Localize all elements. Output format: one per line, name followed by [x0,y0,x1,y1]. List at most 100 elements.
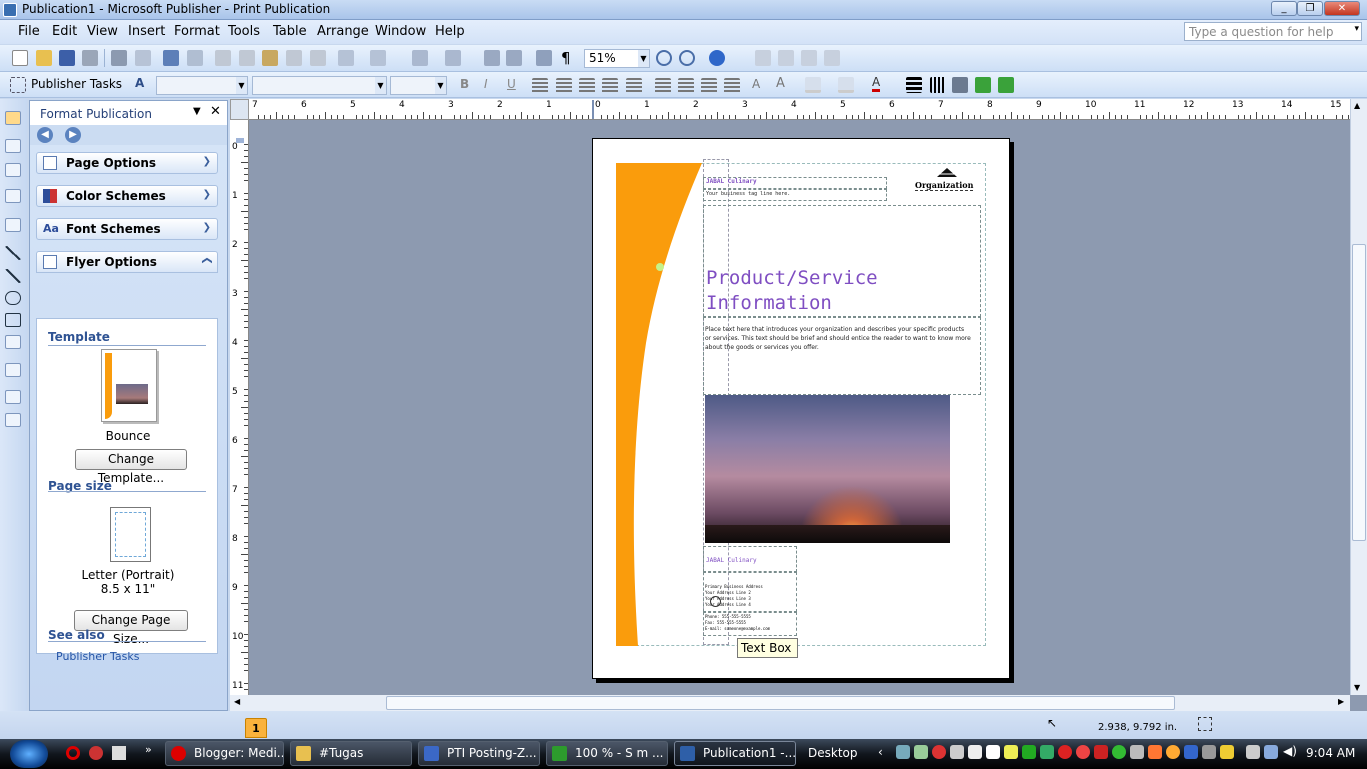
body-text-box[interactable]: Place text here that introduces your org… [703,317,981,395]
italic-button[interactable]: I [484,77,488,91]
quicklaunch-icon[interactable] [89,746,103,760]
save-icon[interactable] [59,50,75,66]
fill-color-icon[interactable] [805,77,821,93]
company-name-box[interactable]: JABAL Culinary [703,177,887,189]
tray-icon[interactable] [1076,745,1090,759]
menu-insert[interactable]: Insert [128,24,165,39]
tray-icon[interactable] [1202,745,1216,759]
publisher-tasks-button[interactable]: Publisher Tasks [31,77,122,91]
line-style-icon[interactable] [906,77,922,93]
tray-icon[interactable] [1040,745,1054,759]
font-color-icon[interactable]: A [872,76,881,92]
address-box[interactable]: Primary Business Address Your Address Li… [703,572,797,612]
sunset-picture[interactable] [705,395,950,543]
task-smadav[interactable]: 100 % - S m ... [546,741,668,766]
tagline-box[interactable]: Your business tag line here. [703,189,887,201]
publication-page[interactable]: JABAL Culinary Your business tag line he… [592,138,1010,679]
publisher-app-icon[interactable] [3,3,17,17]
bold-button[interactable]: B [460,77,469,91]
scroll-left-icon[interactable]: ◀ [234,697,240,706]
rectangle-icon[interactable] [5,313,21,327]
menu-edit[interactable]: Edit [52,24,77,39]
link-textbox-icon[interactable] [710,596,721,607]
hotspot-icon[interactable] [5,363,21,377]
rotate-icon[interactable] [445,50,461,66]
chevron-down-icon[interactable]: ▼ [193,106,201,117]
wordart-icon[interactable] [5,189,21,203]
more-icon[interactable]: » [145,743,152,756]
next-textbox-icon[interactable] [824,50,840,66]
increase-indent-icon[interactable] [724,78,740,94]
underline-button[interactable]: U [507,77,516,91]
scroll-right-icon[interactable]: ▶ [1338,697,1344,706]
chevron-left-icon[interactable]: ‹ [878,745,883,759]
columns-icon[interactable] [536,50,552,66]
menu-table[interactable]: Table [273,24,307,39]
desktop-toolbar[interactable]: Desktop [808,746,858,760]
print-icon[interactable] [82,50,98,66]
task-blogger[interactable]: Blogger: Medi... [165,741,284,766]
format-painter-icon[interactable] [286,50,302,66]
change-template-button[interactable]: Change Template... [75,449,187,485]
page-options-section[interactable]: Page Options ❯ [36,152,218,174]
menu-help[interactable]: Help [435,24,465,39]
tray-icon[interactable] [932,745,946,759]
zoom-page-icon[interactable] [506,50,522,66]
select-arrow-icon[interactable] [5,111,21,125]
opera-icon[interactable] [66,746,80,760]
task-pti-posting[interactable]: PTI Posting-Z... [418,741,540,766]
oval-icon[interactable] [5,291,21,305]
bullets-icon[interactable] [678,78,694,94]
horizontal-scrollbar[interactable]: ◀ ▶ [230,695,1350,711]
menu-window[interactable]: Window [375,24,426,39]
footer-company-box[interactable]: JABAL Culinary [703,546,797,572]
tray-icon[interactable] [968,745,982,759]
page-size-thumbnail[interactable] [110,507,151,562]
ruler-origin[interactable] [230,99,249,120]
hyperlink-icon[interactable] [484,50,500,66]
task-publication1[interactable]: Publication1 -... [674,741,796,766]
picture-frame-icon[interactable] [5,218,21,232]
font-combo[interactable]: ▼ [252,76,387,95]
publisher-tasks-link[interactable]: Publisher Tasks [56,650,139,663]
cut-icon[interactable] [215,50,231,66]
new-icon[interactable] [12,50,28,66]
line-spacing-icon[interactable] [626,78,642,94]
shadow-style-icon[interactable] [975,77,991,93]
tray-icon[interactable] [1220,745,1234,759]
orange-swoosh[interactable] [616,163,706,647]
copy-icon[interactable] [239,50,255,66]
line-icon[interactable] [5,246,21,260]
tray-icon[interactable] [1166,745,1180,759]
vertical-scroll-thumb[interactable] [1352,244,1366,541]
horizontal-scroll-thumb[interactable] [386,696,1175,710]
start-button[interactable] [10,740,48,768]
3d-style-icon[interactable] [998,77,1014,93]
font-schemes-section[interactable]: Aa Font Schemes ❯ [36,218,218,240]
menu-tools[interactable]: Tools [228,24,260,39]
increase-font-icon[interactable]: A [776,76,785,91]
font-size-combo[interactable]: ▼ [390,76,447,95]
align-center-icon[interactable] [556,78,572,94]
bring-to-front-icon[interactable] [412,50,428,66]
undo-icon[interactable] [338,50,354,66]
menu-view[interactable]: View [87,24,118,39]
vertical-scrollbar[interactable]: ▲ ▼ [1350,99,1367,695]
styles-icon[interactable]: A [135,76,144,90]
tray-icon[interactable] [1246,745,1260,759]
template-thumbnail[interactable] [101,349,157,422]
align-right-icon[interactable] [579,78,595,94]
chevron-down-icon[interactable]: ▾ [1354,24,1359,34]
tray-icon[interactable] [914,745,928,759]
tray-icon[interactable] [1184,745,1198,759]
restore-button[interactable]: ❐ [1297,1,1323,16]
menu-arrange[interactable]: Arrange [317,24,369,39]
menu-format[interactable]: Format [174,24,220,39]
chevron-down-icon[interactable]: ▼ [638,50,649,67]
page-navigator-button[interactable]: 1 [245,718,267,738]
close-icon[interactable]: ✕ [210,104,221,119]
decrease-indent-icon[interactable] [701,78,717,94]
dash-style-icon[interactable] [930,77,946,93]
menu-file[interactable]: File [18,24,40,39]
org-logo[interactable]: Organization [915,167,979,193]
